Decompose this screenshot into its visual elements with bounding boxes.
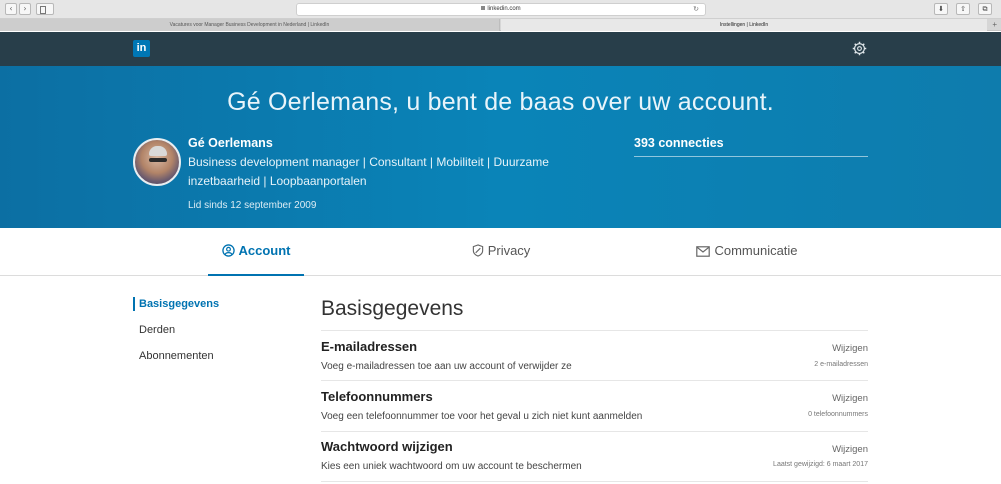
reload-icon[interactable]: ↻ <box>693 4 699 15</box>
tab-communicatie-label: Communicatie <box>714 243 798 258</box>
avatar[interactable] <box>133 138 181 186</box>
browser-tab[interactable]: Vacatures voor Manager Business Developm… <box>0 19 500 31</box>
divider <box>321 330 868 331</box>
connections-divider <box>634 156 868 157</box>
subnav-basisgegevens[interactable]: Basisgegevens <box>139 298 219 310</box>
tabs-overview-icon[interactable]: ⧉ <box>978 3 992 15</box>
row-title-password[interactable]: Wachtwoord wijzigen <box>321 439 453 454</box>
page-title: Basisgegevens <box>321 297 464 320</box>
row-desc-password: Kies een uniek wachtwoord om uw account … <box>321 461 582 472</box>
divider <box>321 481 868 482</box>
share-icon[interactable]: ⇧ <box>956 3 970 15</box>
lock-icon <box>481 6 486 11</box>
browser-toolbar: ‹ › linkedin.com ↻ ⬇ ⇧ ⧉ <box>0 0 1001 19</box>
row-title-phone[interactable]: Telefoonnummers <box>321 389 433 404</box>
subnav-derden[interactable]: Derden <box>139 324 175 336</box>
forward-icon[interactable]: › <box>19 3 31 15</box>
envelope-icon <box>696 246 711 257</box>
sidebar-toggle-icon[interactable] <box>36 3 54 15</box>
downloads-icon[interactable]: ⬇ <box>934 3 948 15</box>
browser-tab-active[interactable]: Instellingen | LinkedIn <box>501 19 987 31</box>
profile-hero: Gé Oerlemans, u bent de baas over uw acc… <box>0 66 1001 228</box>
shield-icon <box>472 244 483 257</box>
back-icon[interactable]: ‹ <box>5 3 17 15</box>
hero-title: Gé Oerlemans, u bent de baas over uw acc… <box>227 88 774 116</box>
profile-headline: Business development manager | Consultan… <box>188 155 549 188</box>
tab-account[interactable]: Account <box>208 228 304 276</box>
tab-account-label: Account <box>238 243 291 258</box>
row-meta-phone: 0 telefoonnummers <box>808 411 868 418</box>
account-icon <box>221 244 235 257</box>
edit-phone-button[interactable]: Wijzigen <box>832 393 868 404</box>
divider <box>321 431 868 432</box>
row-desc-email: Voeg e-mailadressen toe aan uw account o… <box>321 361 572 372</box>
row-title-email[interactable]: E-mailadressen <box>321 339 417 354</box>
tab-privacy[interactable]: Privacy <box>460 228 542 276</box>
row-meta-email: 2 e-mailadressen <box>814 361 868 368</box>
edit-password-button[interactable]: Wijzigen <box>832 444 868 455</box>
connections-count[interactable]: 393 connecties <box>634 136 724 150</box>
profile-name[interactable]: Gé Oerlemans <box>188 136 273 150</box>
url-text: linkedin.com <box>487 6 521 12</box>
row-meta-password: Laatst gewijzigd: 6 maart 2017 <box>773 461 868 468</box>
tab-communicatie[interactable]: Communicatie <box>688 228 806 276</box>
top-navigation: in <box>0 32 1001 66</box>
row-desc-phone: Voeg een telefoonnummer toe voor het gev… <box>321 411 643 422</box>
settings-gear-icon[interactable] <box>852 41 867 56</box>
subnav-abonnementen[interactable]: Abonnementen <box>139 350 214 362</box>
address-bar[interactable]: linkedin.com ↻ <box>296 3 706 16</box>
tab-privacy-label: Privacy <box>487 243 531 258</box>
edit-email-button[interactable]: Wijzigen <box>832 343 868 354</box>
browser-tab-bar: Vacatures voor Manager Business Developm… <box>0 19 1001 31</box>
member-since: Lid sinds 12 september 2009 <box>188 200 317 211</box>
subnav-active-indicator <box>133 297 135 311</box>
new-tab-icon[interactable]: + <box>992 19 997 31</box>
divider <box>321 380 868 381</box>
settings-tabs: Account Privacy Communicatie <box>0 228 1001 276</box>
linkedin-logo[interactable]: in <box>133 40 150 57</box>
